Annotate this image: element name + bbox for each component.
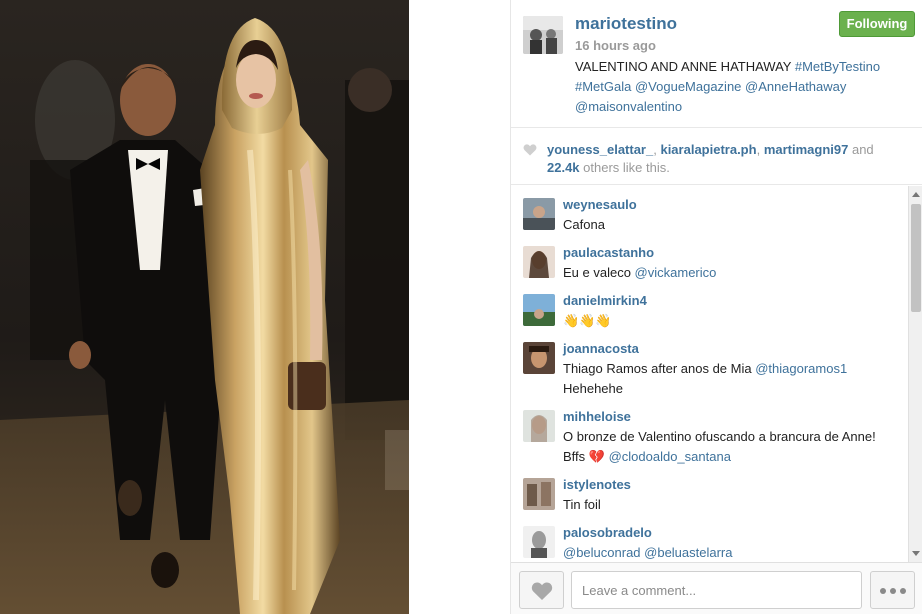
comment-mention-link[interactable]: @beluconrad @beluastelarra [563,545,733,560]
likes-separator: , [756,142,764,157]
heart-icon [531,582,553,600]
likes-suffix: others like this. [579,160,670,175]
comment-text: Tin foil [563,495,903,515]
more-dots-icon [879,588,886,594]
comment-body: Cafona [563,217,605,232]
scrollbar-thumb[interactable] [911,204,921,312]
comment-text: O bronze de Valentino ofuscando a brancu… [563,427,903,467]
comment-text: @beluconrad @beluastelarra [563,543,903,562]
liker-link[interactable]: martimagni97 [764,142,849,157]
commenter-username[interactable]: palosobradelo [563,525,652,540]
comment-body-line2: Hehehehe [563,381,623,396]
liker-link[interactable]: youness_elattar_ [547,142,653,157]
commenter-username[interactable]: weynesaulo [563,197,637,212]
comments-list[interactable]: weynesaulo Cafona paulacastanho Eu e val… [511,186,909,562]
owner-avatar[interactable] [523,16,563,54]
comments-scrollbar[interactable] [908,186,922,562]
caption-hashtag-link[interactable]: #MetByTestino [795,59,880,74]
commenter-username[interactable]: danielmirkin4 [563,293,647,308]
more-options-button[interactable] [870,571,915,609]
caption-tags-link[interactable]: #MetGala @VogueMagazine @AnneHathaway [575,79,846,94]
comment-body: O bronze de Valentino ofuscando a brancu… [563,429,876,444]
liker-link[interactable]: kiaralapietra.ph [660,142,756,157]
scroll-up-arrow-icon[interactable] [912,192,920,197]
post-photo[interactable] [0,0,409,614]
comment-mention-link[interactable]: @thiagoramos1 [755,361,847,376]
following-button[interactable]: Following [839,11,915,37]
comment-body-line2: Bffs 💔 [563,449,609,464]
post-timestamp: 16 hours ago [575,38,656,53]
comment-text: Eu e valeco @vickamerico [563,263,903,283]
comment-mention-link[interactable]: @clodoaldo_santana [609,449,731,464]
comment-input[interactable] [571,571,862,609]
comment-body: 👋👋👋 [563,313,612,328]
photo-image [0,0,409,614]
post-caption: VALENTINO AND ANNE HATHAWAY #MetByTestin… [575,57,915,117]
owner-username-link[interactable]: mariotestino [575,14,677,34]
comment-body: Thiago Ramos after anos de Mia [563,361,756,376]
comment-body: Eu e valeco [563,265,635,280]
likes-summary: youness_elattar_, kiaralapietra.ph, mart… [511,129,922,185]
comment-body: Tin foil [563,497,601,512]
likes-text: youness_elattar_, kiaralapietra.ph, mart… [547,141,917,177]
comment-text: Cafona [563,215,903,235]
commenter-avatar[interactable] [523,246,555,278]
likes-and: and [848,142,874,157]
commenter-avatar[interactable] [523,294,555,326]
likes-count-link[interactable]: 22.4k [547,160,580,175]
comment-text: Thiago Ramos after anos de Mia @thiagora… [563,359,903,399]
post-detail-panel: mariotestino 16 hours ago Following VALE… [510,0,922,614]
caption-text: VALENTINO AND ANNE HATHAWAY [575,59,795,74]
commenter-username[interactable]: mihheloise [563,409,631,424]
comment-text: 👋👋👋 [563,311,903,331]
comment-mention-link[interactable]: @vickamerico [635,265,717,280]
post-header: mariotestino 16 hours ago Following VALE… [511,0,922,128]
commenter-avatar[interactable] [523,410,555,442]
more-dots-icon [899,588,906,594]
commenter-avatar[interactable] [523,526,555,558]
commenter-avatar[interactable] [523,478,555,510]
commenter-avatar[interactable] [523,342,555,374]
like-button[interactable] [519,571,564,609]
commenter-avatar[interactable] [523,198,555,230]
heart-icon [523,144,537,156]
more-dots-icon [889,588,896,594]
comment-footer [511,562,922,614]
commenter-username[interactable]: istylenotes [563,477,631,492]
commenter-username[interactable]: paulacastanho [563,245,654,260]
caption-mention-link[interactable]: @maisonvalentino [575,99,682,114]
scroll-down-arrow-icon[interactable] [912,551,920,556]
commenter-username[interactable]: joannacosta [563,341,639,356]
